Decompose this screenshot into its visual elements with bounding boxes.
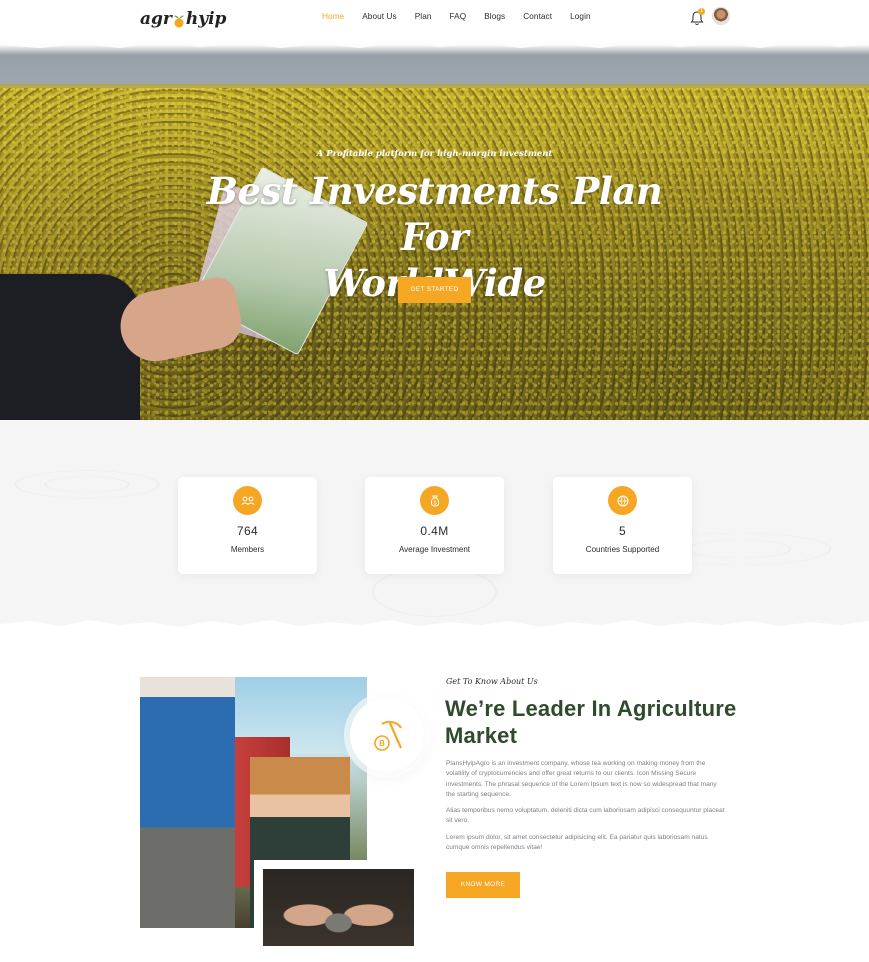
globe-icon [608, 486, 637, 515]
money-bag-icon: $ [420, 486, 449, 515]
logo[interactable]: agr hyip [140, 6, 226, 32]
leaf-icon [173, 13, 185, 28]
page: A Profitable platform for high-margin in… [0, 0, 869, 962]
notification-badge: 1 [698, 8, 705, 15]
avatar[interactable] [712, 7, 730, 25]
stat-card-members: 764 Members [178, 477, 317, 574]
torn-edge-bottom [0, 620, 869, 636]
stat-card-countries: 5 Countries Supported [553, 477, 692, 574]
about-title: We’re Leader In Agriculture Market [445, 696, 737, 748]
stat-value: 0.4M [420, 524, 449, 538]
stat-card-average-investment: $ 0.4M Average Investment [365, 477, 504, 574]
logo-text-right: hyip [185, 9, 227, 29]
arm-image [0, 274, 140, 420]
coins-seedlings-image [263, 869, 414, 946]
stat-label: Countries Supported [585, 545, 660, 554]
stat-value: 764 [236, 524, 259, 538]
nav-blogs[interactable]: Blogs [484, 12, 505, 21]
nav-contact[interactable]: Contact [523, 12, 552, 21]
logo-text-left: agr [140, 9, 172, 29]
nav-faq[interactable]: FAQ [450, 12, 467, 21]
get-started-button[interactable]: GET STARTED [398, 277, 471, 303]
nav-login[interactable]: Login [570, 12, 591, 21]
stat-label: Average Investment [398, 545, 470, 554]
svg-text:$: $ [433, 500, 436, 506]
pickaxe-coin-badge: B [350, 698, 424, 772]
nav-home[interactable]: Home [322, 12, 344, 21]
hero-title-line-1: Best Investments Plan For [206, 169, 663, 259]
farmer-man [140, 677, 235, 928]
site-header: agr hyip Home About Us Plan FAQ Blogs Co… [0, 0, 869, 40]
stat-value: 5 [618, 524, 627, 538]
about-paragraph-3: Lorem ipsum dolor, sit amet consectetur … [446, 834, 708, 852]
main-nav: Home About Us Plan FAQ Blogs Contact Log… [322, 12, 609, 21]
about-paragraph-1: PlansHyipAgro is an investment company, … [446, 760, 717, 799]
nav-plan[interactable]: Plan [415, 12, 432, 21]
nav-about-us[interactable]: About Us [362, 12, 396, 21]
stat-label: Members [230, 545, 265, 554]
section-tag: Get To Know About Us [446, 677, 538, 686]
members-icon [233, 486, 262, 515]
svg-text:B: B [379, 739, 385, 748]
pickaxe-bitcoin-icon: B [374, 720, 403, 751]
about-paragraph-2: Alias temporibus nemo voluptatum, deleni… [446, 807, 725, 825]
know-more-button[interactable]: KNOW MORE [446, 872, 520, 898]
hero-subtitle: A Profitable platform for high-margin in… [316, 149, 553, 159]
